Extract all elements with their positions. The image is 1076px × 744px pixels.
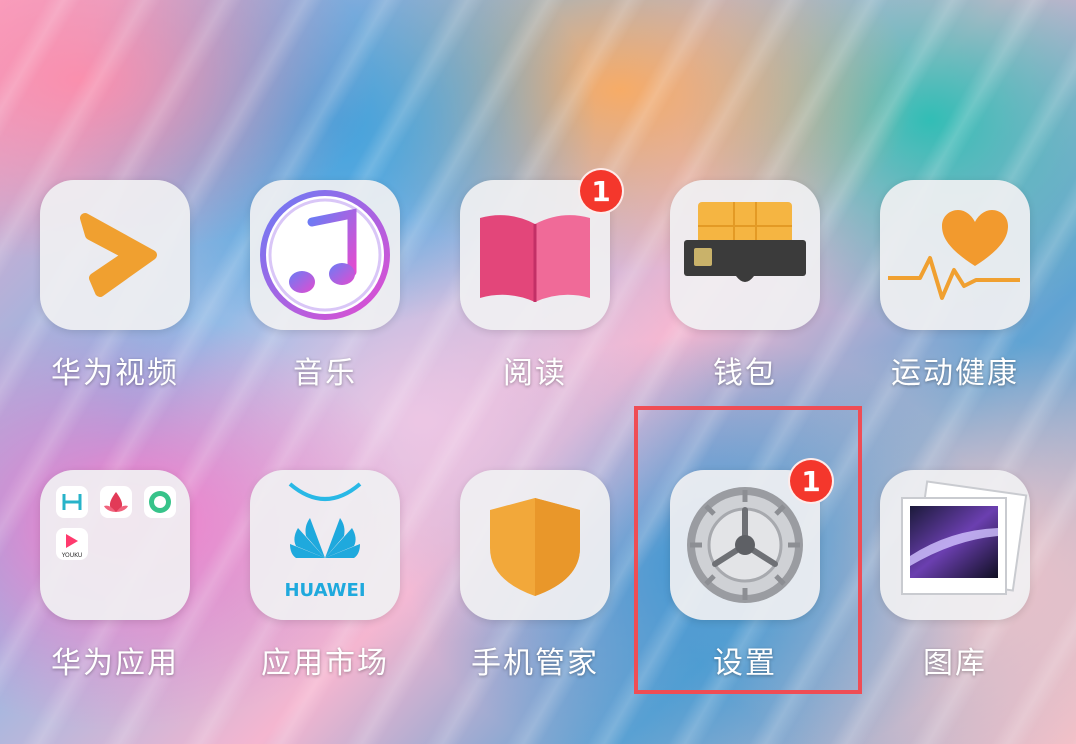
app-label: 阅读 <box>503 356 567 391</box>
shield-icon <box>460 470 610 620</box>
music-note-icon <box>250 180 400 330</box>
svg-text:YOUKU: YOUKU <box>61 552 83 559</box>
app-market[interactable]: HUAWEI 应用市场 <box>240 470 410 700</box>
highlight-box <box>634 406 862 694</box>
app-label: 华为应用 <box>51 646 179 681</box>
app-phone-manager[interactable]: 手机管家 <box>450 470 620 700</box>
heart-pulse-icon <box>880 180 1030 330</box>
app-health[interactable]: 运动健康 <box>870 180 1040 410</box>
app-music[interactable]: 音乐 <box>240 180 410 410</box>
home-screen-grid: 华为视频 音乐 1 阅读 钱包 运动健康 YOUKU 华为应用 HUAWEI 应… <box>0 0 1076 744</box>
app-label: 手机管家 <box>471 646 599 681</box>
app-huawei-video[interactable]: 华为视频 <box>30 180 200 410</box>
app-huawei-apps-folder[interactable]: YOUKU 华为应用 <box>30 470 200 700</box>
app-label: 运动健康 <box>891 356 1019 391</box>
app-reading[interactable]: 1 阅读 <box>450 168 624 410</box>
app-gallery[interactable]: 图库 <box>870 470 1040 700</box>
app-folder-icon: YOUKU <box>40 470 190 620</box>
app-label: 钱包 <box>713 356 777 391</box>
video-play-icon <box>40 180 190 330</box>
app-label: 应用市场 <box>261 646 389 681</box>
app-label: 华为视频 <box>51 356 179 391</box>
wallet-card-icon <box>670 180 820 330</box>
app-label: 音乐 <box>293 356 357 391</box>
app-wallet[interactable]: 钱包 <box>660 180 830 410</box>
huawei-bag-icon: HUAWEI <box>250 470 400 620</box>
notification-badge: 1 <box>578 168 624 214</box>
app-label: 图库 <box>923 646 987 681</box>
svg-text:HUAWEI: HUAWEI <box>284 580 365 601</box>
photo-icon <box>880 470 1030 620</box>
